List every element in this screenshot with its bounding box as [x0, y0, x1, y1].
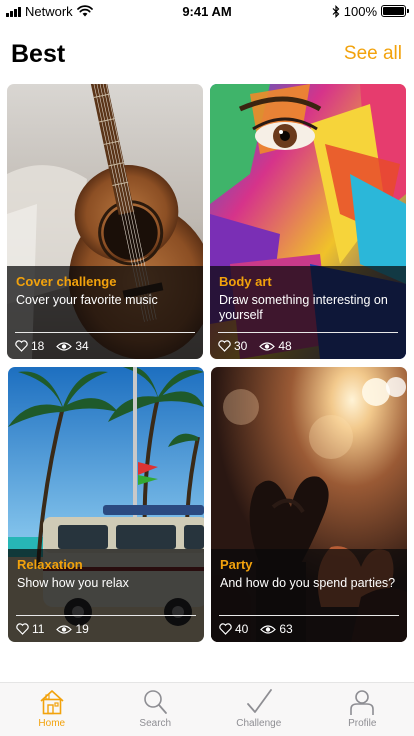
- card-description: Draw something interesting on yourself: [219, 293, 388, 322]
- card-divider: [16, 615, 196, 616]
- tab-label: Profile: [348, 718, 377, 729]
- battery-icon: [381, 5, 409, 17]
- card-divider: [219, 615, 399, 616]
- card-overlay: Body art Draw something interesting on y…: [210, 266, 406, 359]
- heart-icon: [218, 340, 231, 352]
- tab-label: Search: [139, 718, 172, 729]
- likes-stat[interactable]: 18: [15, 339, 44, 353]
- views-stat: 34: [56, 339, 89, 353]
- views-stat: 19: [56, 622, 89, 636]
- card-description: Show how you relax: [17, 576, 129, 590]
- likes-stat[interactable]: 11: [16, 622, 44, 636]
- heart-icon: [16, 623, 29, 635]
- signal-icon: [6, 6, 21, 17]
- card-title: Party: [220, 557, 253, 572]
- tab-home[interactable]: Home: [0, 683, 104, 736]
- heart-icon: [15, 340, 28, 352]
- eye-icon: [56, 341, 73, 351]
- section-header: Best See all: [0, 36, 414, 72]
- card-divider: [15, 332, 195, 333]
- challenge-card-party[interactable]: Party And how do you spend parties? 40 6…: [211, 367, 407, 642]
- tab-challenge[interactable]: Challenge: [207, 683, 311, 736]
- views-stat: 63: [260, 622, 293, 636]
- likes-count: 40: [235, 622, 249, 636]
- card-description: And how do you spend parties?: [220, 576, 396, 590]
- challenge-card-body-art[interactable]: Body art Draw something interesting on y…: [210, 84, 406, 359]
- card-description: Cover your favorite music: [16, 293, 158, 307]
- profile-icon: [350, 690, 375, 715]
- card-overlay: Relaxation Show how you relax 11 19: [8, 549, 204, 642]
- eye-icon: [56, 624, 73, 634]
- card-stats: 18 34: [15, 339, 89, 353]
- eye-icon: [259, 341, 276, 351]
- likes-stat[interactable]: 40: [219, 622, 248, 636]
- tab-search[interactable]: Search: [104, 683, 208, 736]
- battery-level: [383, 7, 404, 15]
- views-count: 48: [278, 339, 292, 353]
- status-left: Network: [6, 4, 93, 19]
- heart-icon: [219, 623, 232, 635]
- views-count: 19: [75, 622, 89, 636]
- likes-count: 18: [31, 339, 45, 353]
- page-title: Best: [11, 39, 66, 68]
- status-bar: Network 9:41 AM 100%: [0, 0, 414, 22]
- home-icon: [40, 690, 64, 715]
- card-stats: 40 63: [219, 622, 293, 636]
- views-stat: 48: [259, 339, 292, 353]
- views-count: 34: [75, 339, 89, 353]
- bluetooth-icon: [332, 4, 340, 18]
- views-count: 63: [279, 622, 293, 636]
- card-stats: 30 48: [218, 339, 292, 353]
- card-overlay: Cover challenge Cover your favorite musi…: [7, 266, 203, 359]
- card-title: Cover challenge: [16, 274, 117, 289]
- card-stats: 11 19: [16, 622, 89, 636]
- card-divider: [218, 332, 398, 333]
- wifi-icon: [76, 5, 93, 17]
- card-title: Relaxation: [17, 557, 83, 572]
- challenge-card-relaxation[interactable]: Relaxation Show how you relax 11 19: [8, 367, 204, 642]
- tab-profile[interactable]: Profile: [311, 683, 414, 736]
- tab-label: Home: [38, 718, 66, 729]
- challenge-card-cover[interactable]: Cover challenge Cover your favorite musi…: [7, 84, 203, 359]
- card-title: Body art: [219, 274, 272, 289]
- see-all-link[interactable]: See all: [344, 43, 402, 65]
- tab-label: Challenge: [236, 718, 282, 729]
- likes-stat[interactable]: 30: [218, 339, 247, 353]
- eye-icon: [260, 624, 277, 634]
- carrier-name: Network: [25, 3, 73, 19]
- card-overlay: Party And how do you spend parties? 40 6…: [211, 549, 407, 642]
- battery-percent: 100%: [343, 3, 377, 19]
- search-icon: [144, 690, 168, 714]
- likes-count: 11: [32, 622, 45, 636]
- likes-count: 30: [234, 339, 248, 353]
- status-right: 100%: [332, 3, 409, 19]
- tab-bar: Home Search Challenge Profile: [0, 682, 414, 736]
- checkmark-icon: [246, 689, 272, 713]
